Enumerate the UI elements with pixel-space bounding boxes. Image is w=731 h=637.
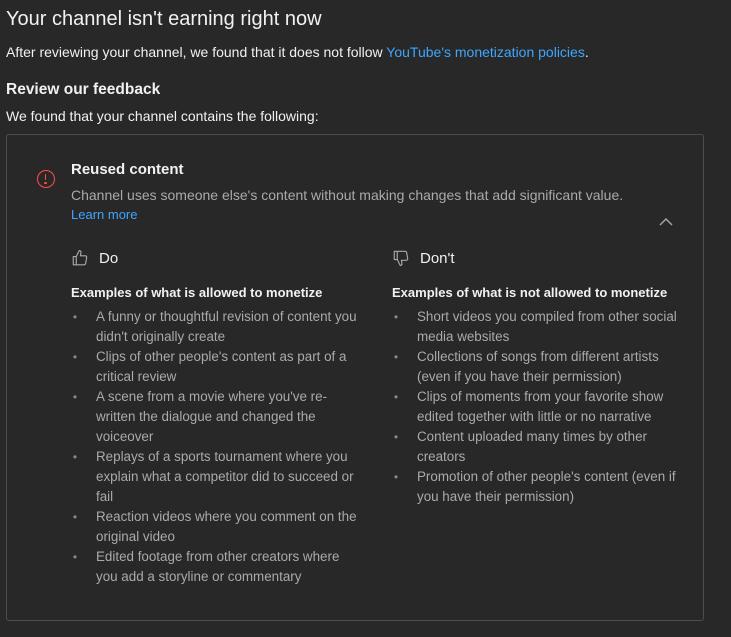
bullet: • — [393, 430, 399, 444]
monetization-policies-link[interactable]: YouTube's monetization policies — [386, 44, 585, 60]
dont-item-text: Content uploaded many times by other cre… — [417, 429, 648, 464]
list-item: • Content uploaded many times by other cr… — [392, 427, 682, 467]
list-item: • Short videos you compiled from other so… — [392, 307, 682, 347]
list-item: • Replays of a sports tournament where yo… — [71, 447, 361, 507]
issue-title: Reused content — [71, 161, 184, 178]
do-header: Do — [71, 247, 361, 269]
do-item-text: Edited footage from other creators where… — [96, 549, 340, 584]
bullet: • — [72, 390, 78, 404]
do-list: • A funny or thoughtful revision of conte… — [71, 307, 361, 587]
feedback-heading: Review our feedback — [6, 81, 161, 98]
bullet: • — [72, 350, 78, 364]
feedback-subheading: We found that your channel contains the … — [6, 108, 319, 124]
list-item: • A scene from a movie where you've re-wr… — [71, 387, 361, 447]
do-item-text: Reaction videos where you comment on the… — [96, 509, 357, 544]
dont-list: • Short videos you compiled from other so… — [392, 307, 682, 507]
list-item: • Edited footage from other creators wher… — [71, 547, 361, 587]
intro-text-end: . — [584, 44, 589, 60]
thumbs-down-icon — [393, 250, 409, 267]
bullet: • — [393, 390, 399, 404]
do-item-text: A funny or thoughtful revision of conten… — [96, 309, 357, 344]
do-item-text: Replays of a sports tournament where you… — [96, 449, 354, 504]
list-item: • Clips of other people's content as part… — [71, 347, 361, 387]
reused-content-card: Reused content Channel uses someone else… — [6, 134, 704, 621]
chevron-up-icon — [659, 218, 673, 226]
bullet: • — [72, 310, 78, 324]
do-item-text: Clips of other people's content as part … — [96, 349, 347, 384]
bullet: • — [72, 450, 78, 464]
thumbs-up-icon — [72, 249, 88, 266]
page-title: Your channel isn't earning right now — [6, 8, 322, 30]
learn-more-link[interactable]: Learn more — [71, 207, 137, 222]
list-item: • Reaction videos where you comment on th… — [71, 507, 361, 547]
dont-item-text: Promotion of other people's content (eve… — [417, 469, 676, 504]
list-item: • Promotion of other people's content (ev… — [392, 467, 682, 507]
list-item: • Clips of moments from your favorite sho… — [392, 387, 682, 427]
bullet: • — [72, 550, 78, 564]
dont-subtitle: Examples of what is not allowed to monet… — [392, 285, 668, 300]
dont-item-text: Clips of moments from your favorite show… — [417, 389, 664, 424]
do-subtitle: Examples of what is allowed to monetize — [71, 285, 323, 300]
dont-column: Don't Examples of what is not allowed to… — [392, 247, 682, 507]
dont-item-text: Collections of songs from different arti… — [417, 349, 659, 384]
bullet: • — [72, 510, 78, 524]
collapse-button[interactable] — [657, 215, 675, 229]
dont-label: Don't — [420, 249, 455, 267]
monetization-status-page: Your channel isn't earning right now Aft… — [0, 0, 731, 637]
list-item: • A funny or thoughtful revision of conte… — [71, 307, 361, 347]
intro-text-body: After reviewing your channel, we found t… — [6, 44, 387, 60]
intro-text: After reviewing your channel, we found t… — [6, 44, 589, 60]
do-column: Do Examples of what is allowed to moneti… — [71, 247, 361, 587]
issue-description: Channel uses someone else's content with… — [71, 187, 624, 203]
alert-circle-icon — [37, 170, 55, 188]
list-item: • Collections of songs from different art… — [392, 347, 682, 387]
dont-item-text: Short videos you compiled from other soc… — [417, 309, 677, 344]
dont-header: Don't — [392, 247, 682, 269]
do-item-text: A scene from a movie where you've re-wri… — [96, 389, 328, 444]
bullet: • — [393, 310, 399, 324]
do-label: Do — [99, 249, 119, 267]
bullet: • — [393, 470, 399, 484]
bullet: • — [393, 350, 399, 364]
